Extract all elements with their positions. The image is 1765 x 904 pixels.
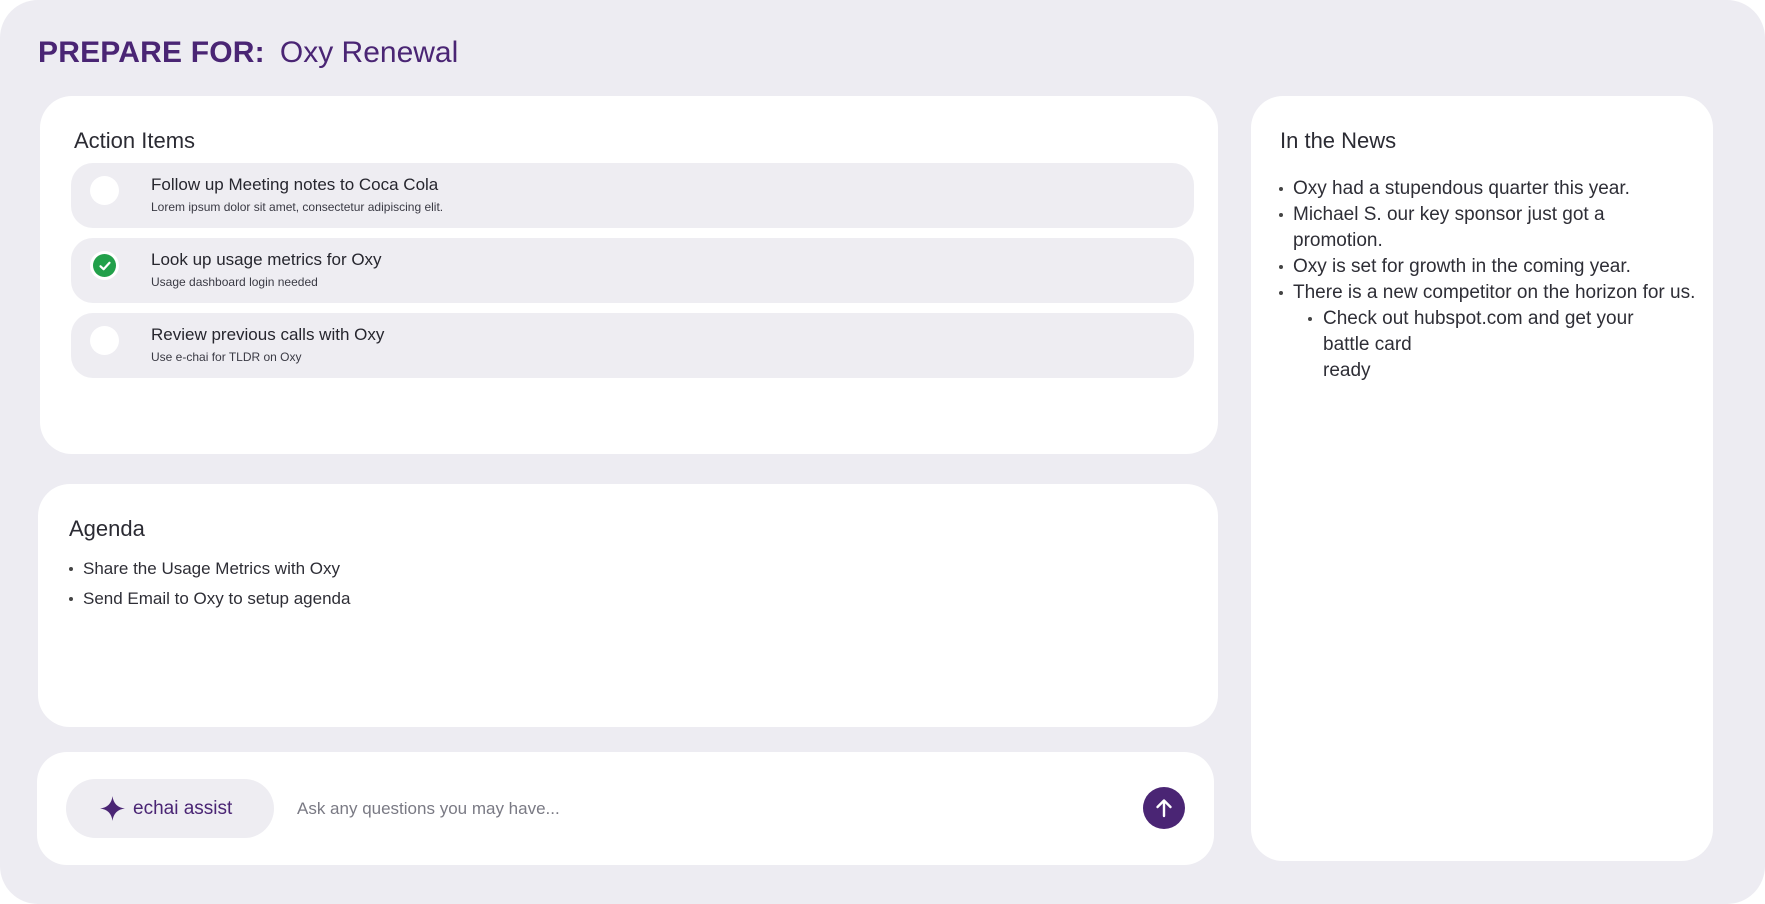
sparkle-icon: [100, 796, 125, 821]
action-item[interactable]: Review previous calls with Oxy Use e-cha…: [71, 313, 1194, 378]
action-item[interactable]: Look up usage metrics for Oxy Usage dash…: [71, 238, 1194, 303]
news-card: In the News Oxy had a stupendous quarter…: [1251, 96, 1713, 861]
action-item-title: Follow up Meeting notes to Coca Cola: [151, 175, 439, 194]
agenda-item: Share the Usage Metrics with Oxy: [68, 554, 350, 584]
assist-bar: echai assist: [37, 752, 1214, 865]
agenda-title: Agenda: [69, 516, 145, 541]
action-item-title: Review previous calls with Oxy: [151, 325, 385, 344]
send-button[interactable]: [1143, 787, 1185, 829]
agenda-card: Agenda Share the Usage Metrics with Oxy …: [38, 484, 1218, 727]
task-checkbox[interactable]: [90, 176, 119, 205]
news-item: Oxy is set for growth in the coming year…: [1278, 254, 1698, 280]
question-input[interactable]: [297, 790, 997, 828]
page-title-name: Oxy Renewal: [279, 36, 459, 69]
action-item-title: Look up usage metrics for Oxy: [151, 250, 382, 269]
page-title: PREPARE FOR: Oxy Renewal: [38, 30, 458, 76]
news-item: Oxy had a stupendous quarter this year.: [1278, 176, 1698, 202]
news-sub-list: Check out hubspot.com and get your battl…: [1293, 306, 1698, 384]
action-items-title: Action Items: [74, 128, 196, 153]
news-item: There is a new competitor on the horizon…: [1278, 280, 1698, 384]
action-item-subtitle: Usage dashboard login needed: [151, 275, 318, 289]
app-frame: PREPARE FOR: Oxy Renewal Action Items Fo…: [0, 0, 1765, 904]
news-sub-item-tail: ready: [1323, 360, 1371, 381]
news-sub-item-text: Check out hubspot.com and get your battl…: [1323, 308, 1634, 355]
echai-assist-label: echai assist: [133, 797, 233, 819]
agenda-list: Share the Usage Metrics with Oxy Send Em…: [68, 554, 350, 614]
action-item[interactable]: Follow up Meeting notes to Coca Cola Lor…: [71, 163, 1194, 228]
page-title-label: PREPARE FOR:: [38, 36, 265, 69]
arrow-up-icon: [1156, 799, 1172, 818]
task-checkbox[interactable]: [90, 326, 119, 355]
action-item-subtitle: Lorem ipsum dolor sit amet, consectetur …: [151, 200, 444, 214]
check-circle-icon: [93, 254, 116, 277]
news-title: In the News: [1280, 128, 1397, 153]
news-sub-item: Check out hubspot.com and get your battl…: [1305, 306, 1645, 384]
task-checkbox[interactable]: [90, 251, 119, 280]
news-item: Michael S. our key sponsor just got a pr…: [1278, 202, 1698, 254]
echai-assist-button[interactable]: echai assist: [66, 779, 274, 838]
action-items-card: Action Items Follow up Meeting notes to …: [40, 96, 1218, 454]
news-item-text: There is a new competitor on the horizon…: [1293, 282, 1696, 303]
action-item-subtitle: Use e-chai for TLDR on Oxy: [151, 350, 302, 364]
agenda-item: Send Email to Oxy to setup agenda: [68, 584, 350, 614]
news-list: Oxy had a stupendous quarter this year. …: [1278, 176, 1698, 384]
